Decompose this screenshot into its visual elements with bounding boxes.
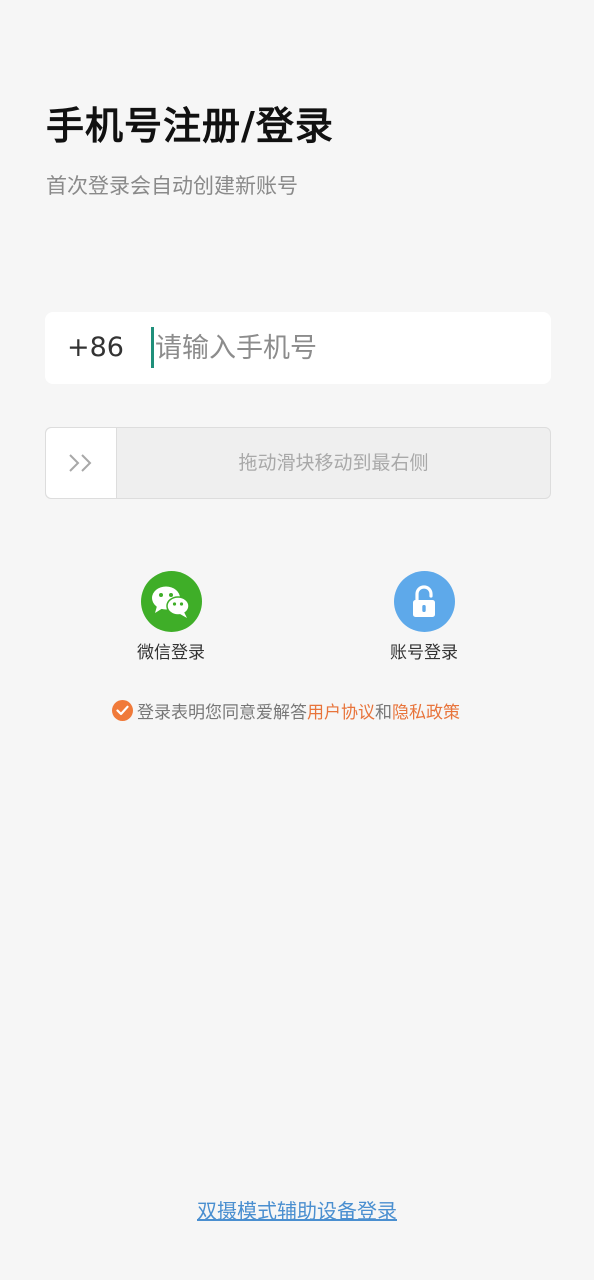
agreement-checkbox[interactable]: [112, 699, 133, 721]
agreement-connector: 和: [375, 702, 392, 723]
account-login-button[interactable]: 账号登录: [364, 571, 484, 666]
checkmark-icon: [116, 705, 129, 715]
slider-hint: 拖动滑块移动到最右侧: [238, 452, 429, 474]
agreement-row: 登录表明您同意爱解答 用户协议 和 隐私政策: [112, 697, 460, 723]
wechat-icon: [140, 571, 202, 632]
agreement-text: 登录表明您同意爱解答: [137, 702, 307, 723]
unlock-icon: [393, 571, 455, 632]
country-code[interactable]: +86: [67, 312, 124, 384]
wechat-login-button[interactable]: 微信登录: [111, 571, 231, 666]
wechat-login-label: 微信登录: [137, 643, 205, 663]
page-title: 手机号注册/登录: [46, 104, 334, 148]
slider-handle[interactable]: [46, 428, 117, 498]
privacy-policy-link[interactable]: 隐私政策: [392, 698, 460, 723]
text-cursor: [151, 327, 154, 368]
phone-number-input[interactable]: [151, 326, 535, 370]
dual-camera-login-link[interactable]: 双摄模式辅助设备登录: [0, 1196, 594, 1226]
slide-verification: 拖动滑块移动到最右侧: [45, 427, 551, 499]
user-agreement-link[interactable]: 用户协议: [307, 698, 375, 723]
account-login-label: 账号登录: [390, 643, 458, 663]
double-chevron-right-icon: [69, 454, 92, 472]
page-subtitle: 首次登录会自动创建新账号: [46, 174, 298, 198]
phone-input-row: +86: [45, 312, 551, 384]
